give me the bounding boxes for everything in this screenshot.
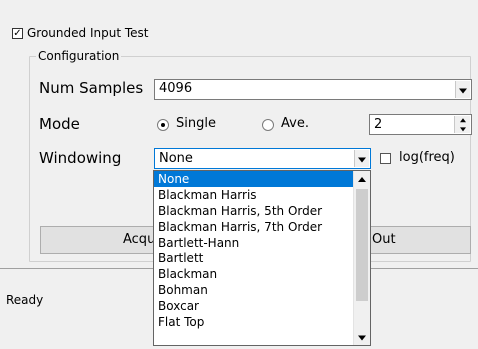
- windowing-dropdown-button[interactable]: [354, 150, 369, 167]
- windowing-options-list[interactable]: None Blackman Harris Blackman Harris, 5t…: [153, 170, 371, 346]
- scroll-down-button[interactable]: [354, 328, 370, 345]
- num-samples-dropdown[interactable]: 4096: [154, 79, 472, 100]
- spin-down-button[interactable]: [454, 124, 470, 133]
- spin-down-icon: [459, 126, 466, 131]
- list-item[interactable]: Flat Top: [154, 314, 370, 330]
- scroll-up-button[interactable]: [354, 171, 370, 188]
- grounded-input-checkbox[interactable]: ✓: [12, 28, 23, 39]
- num-samples-value: 4096: [159, 81, 193, 96]
- log-freq-checkbox[interactable]: [380, 153, 391, 164]
- log-freq-label: log(freq): [399, 150, 455, 165]
- list-item[interactable]: Blackman Harris, 7th Order: [154, 219, 370, 235]
- num-samples-label: Num Samples: [39, 79, 144, 97]
- mode-ave-label: Ave.: [281, 116, 309, 131]
- chevron-down-icon: [358, 157, 366, 162]
- list-item[interactable]: Blackman Harris, 5th Order: [154, 203, 370, 219]
- chevron-down-icon: [459, 88, 467, 93]
- list-item[interactable]: Blackman: [154, 266, 370, 282]
- list-item[interactable]: Blackman Harris: [154, 187, 370, 203]
- list-item[interactable]: None: [154, 171, 370, 187]
- average-count-spinner[interactable]: 2: [369, 114, 472, 135]
- configuration-legend: Configuration: [36, 49, 122, 63]
- num-samples-dropdown-button[interactable]: [455, 81, 470, 98]
- mode-single-radio[interactable]: [157, 119, 169, 131]
- windowing-value: None: [159, 151, 193, 166]
- radio-selected-dot: [161, 123, 165, 127]
- acquire-button-label: Acqu: [123, 232, 156, 247]
- list-scrollbar[interactable]: [353, 171, 370, 345]
- windowing-label: Windowing: [39, 149, 122, 167]
- list-item[interactable]: Bohman: [154, 282, 370, 298]
- spin-up-icon: [459, 117, 466, 122]
- mode-single-label: Single: [176, 116, 216, 131]
- check-icon: ✓: [13, 28, 22, 39]
- list-item[interactable]: Bartlett: [154, 250, 370, 266]
- list-item[interactable]: Boxcar: [154, 298, 370, 314]
- scroll-down-icon: [358, 335, 366, 340]
- windowing-dropdown[interactable]: None: [154, 148, 371, 169]
- scrollbar-thumb[interactable]: [356, 189, 368, 301]
- mode-ave-radio[interactable]: [262, 119, 274, 131]
- status-text: Ready: [6, 293, 44, 307]
- output-button-label: Out: [372, 232, 396, 247]
- grounded-input-label: Grounded Input Test: [27, 26, 149, 40]
- scroll-up-icon: [358, 176, 366, 182]
- mode-label: Mode: [39, 115, 80, 133]
- list-item[interactable]: Bartlett-Hann: [154, 235, 370, 251]
- average-count-value: 2: [374, 117, 383, 132]
